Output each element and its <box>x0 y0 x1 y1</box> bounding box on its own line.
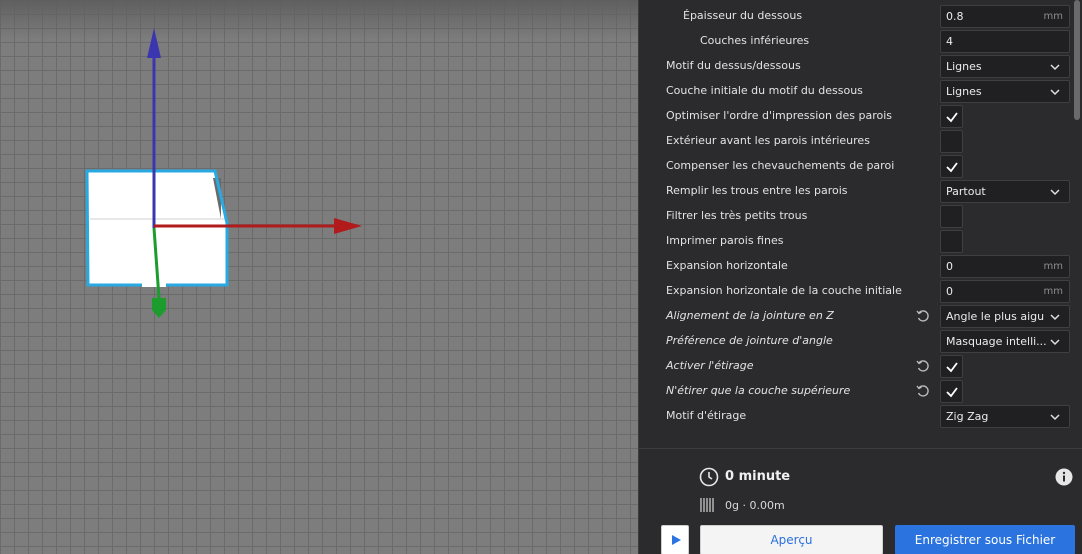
setting-row-horizontal-expansion: Expansion horizontale 0 mm <box>639 253 1073 278</box>
setting-label: Alignement de la jointure en Z <box>666 309 834 322</box>
setting-label: Imprimer parois fines <box>666 234 784 247</box>
settings-list[interactable]: Épaisseur du dessous 0.8 mm Couches infé… <box>639 0 1082 438</box>
initial-bottom-pattern-select[interactable]: Lignes <box>940 80 1070 103</box>
clock-icon <box>699 467 719 487</box>
select-value: Partout <box>946 185 986 198</box>
model-scene <box>85 28 362 318</box>
bottom-layers-input[interactable]: 4 <box>940 30 1070 53</box>
setting-row-bottom-layers: Couches inférieures 4 <box>639 28 1073 53</box>
select-value: Masquage intelli... <box>946 335 1047 348</box>
chevron-down-icon <box>1050 189 1060 196</box>
setting-label: Motif d'étirage <box>666 409 747 422</box>
setting-row-iron-top-only: N'étirer que la couche supérieure <box>639 378 1073 403</box>
optimize-wall-order-checkbox[interactable] <box>940 105 963 128</box>
checkmark-icon <box>946 112 958 123</box>
fill-gaps-select[interactable]: Partout <box>940 180 1070 203</box>
setting-row-initial-bottom-pattern: Couche initiale du motif du dessous Lign… <box>639 78 1073 103</box>
setting-label: Préférence de jointure d'angle <box>666 334 833 347</box>
setting-label: Motif du dessus/dessous <box>666 59 801 72</box>
setting-label: Épaisseur du dessous <box>683 9 803 22</box>
setting-label: N'étirer que la couche supérieure <box>666 384 851 397</box>
setting-label: Extérieur avant les parois intérieures <box>666 134 870 147</box>
field-value: 0 <box>946 260 953 273</box>
settings-scrollbar[interactable] <box>1074 0 1080 120</box>
chevron-down-icon <box>1050 89 1060 96</box>
setting-row-ironing-pattern: Motif d'étirage Zig Zag <box>639 403 1073 428</box>
setting-label: Activer l'étirage <box>666 359 754 372</box>
setting-row-enable-ironing: Activer l'étirage <box>639 353 1073 378</box>
filter-small-gaps-checkbox[interactable] <box>940 205 963 228</box>
setting-row-outer-before-inner: Extérieur avant les parois intérieures <box>639 128 1073 153</box>
horizontal-expansion-input[interactable]: 0 mm <box>940 255 1070 278</box>
setting-row-z-seam-alignment: Alignement de la jointure en Z Angle le … <box>639 303 1073 328</box>
field-value: 0 <box>946 285 953 298</box>
3d-viewport[interactable] <box>0 0 638 554</box>
setting-label: Couche initiale du motif du dessous <box>666 84 863 97</box>
iron-top-only-checkbox[interactable] <box>940 380 963 403</box>
corner-seam-preference-select[interactable]: Masquage intelli... <box>940 330 1070 353</box>
setting-label: Optimiser l'ordre d'impression des paroi… <box>666 109 892 122</box>
setting-label: Couches inférieures <box>700 34 810 47</box>
checkmark-icon <box>946 162 958 173</box>
reset-icon[interactable] <box>915 358 931 374</box>
top-bottom-pattern-select[interactable]: Lignes <box>940 55 1070 78</box>
reset-icon[interactable] <box>915 308 931 324</box>
wall-overlap-checkbox[interactable] <box>940 155 963 178</box>
setting-row-fill-gaps: Remplir les trous entre les parois Parto… <box>639 178 1073 203</box>
play-icon <box>672 535 681 545</box>
setting-row-wall-overlap: Compenser les chevauchements de paroi <box>639 153 1073 178</box>
chevron-down-icon <box>1050 339 1060 346</box>
print-action-area: 0 minute 0g · 0.00m Aperçu Enregistrer s… <box>639 448 1082 554</box>
setting-row-thin-walls: Imprimer parois fines <box>639 228 1073 253</box>
setting-row-optimize-wall-order: Optimiser l'ordre d'impression des paroi… <box>639 103 1073 128</box>
checkmark-icon <box>946 362 958 373</box>
setting-label: Filtrer les très petits trous <box>666 209 808 222</box>
spool-icon <box>700 498 714 512</box>
thin-walls-checkbox[interactable] <box>940 230 963 253</box>
select-value: Lignes <box>946 85 982 98</box>
enable-ironing-checkbox[interactable] <box>940 355 963 378</box>
bottom-thickness-input[interactable]: 0.8 mm <box>940 5 1070 28</box>
outer-before-inner-checkbox[interactable] <box>940 130 963 153</box>
print-settings-panel: Épaisseur du dessous 0.8 mm Couches infé… <box>638 0 1082 554</box>
setting-label: Remplir les trous entre les parois <box>666 184 848 197</box>
save-to-file-button[interactable]: Enregistrer sous Fichier <box>895 525 1075 554</box>
field-value: 4 <box>946 35 953 48</box>
initial-horizontal-expansion-input[interactable]: 0 mm <box>940 280 1070 303</box>
field-unit: mm <box>1043 286 1063 297</box>
reset-icon[interactable] <box>915 383 931 399</box>
select-value: Zig Zag <box>946 410 989 423</box>
checkmark-icon <box>946 387 958 398</box>
chevron-down-icon <box>1050 314 1060 321</box>
select-value: Lignes <box>946 60 982 73</box>
chevron-down-icon <box>1050 64 1060 71</box>
setting-row-bottom-thickness: Épaisseur du dessous 0.8 mm <box>639 3 1073 28</box>
ironing-pattern-select[interactable]: Zig Zag <box>940 405 1070 428</box>
material-text: 0g · 0.00m <box>725 499 785 512</box>
setting-label: Expansion horizontale <box>666 259 788 272</box>
setting-label: Expansion horizontale de la couche initi… <box>666 284 902 297</box>
info-icon[interactable] <box>1055 468 1073 486</box>
setting-row-top-bottom-pattern: Motif du dessus/dessous Lignes <box>639 53 1073 78</box>
setting-row-initial-horizontal-expansion: Expansion horizontale de la couche initi… <box>639 278 1073 303</box>
field-value: 0.8 <box>946 10 964 23</box>
select-value: Angle le plus aigu <box>946 310 1045 323</box>
z-seam-alignment-select[interactable]: Angle le plus aigu <box>940 305 1070 328</box>
chevron-down-icon <box>1050 414 1060 421</box>
field-unit: mm <box>1043 261 1063 272</box>
setting-row-corner-seam-preference: Préférence de jointure d'angle Masquage … <box>639 328 1073 353</box>
field-unit: mm <box>1043 11 1063 22</box>
setting-label: Compenser les chevauchements de paroi <box>666 159 895 172</box>
preview-play-button[interactable] <box>661 525 689 554</box>
setting-row-filter-small-gaps: Filtrer les très petits trous <box>639 203 1073 228</box>
print-time-text: 0 minute <box>725 469 791 484</box>
preview-button[interactable]: Aperçu <box>700 525 883 554</box>
